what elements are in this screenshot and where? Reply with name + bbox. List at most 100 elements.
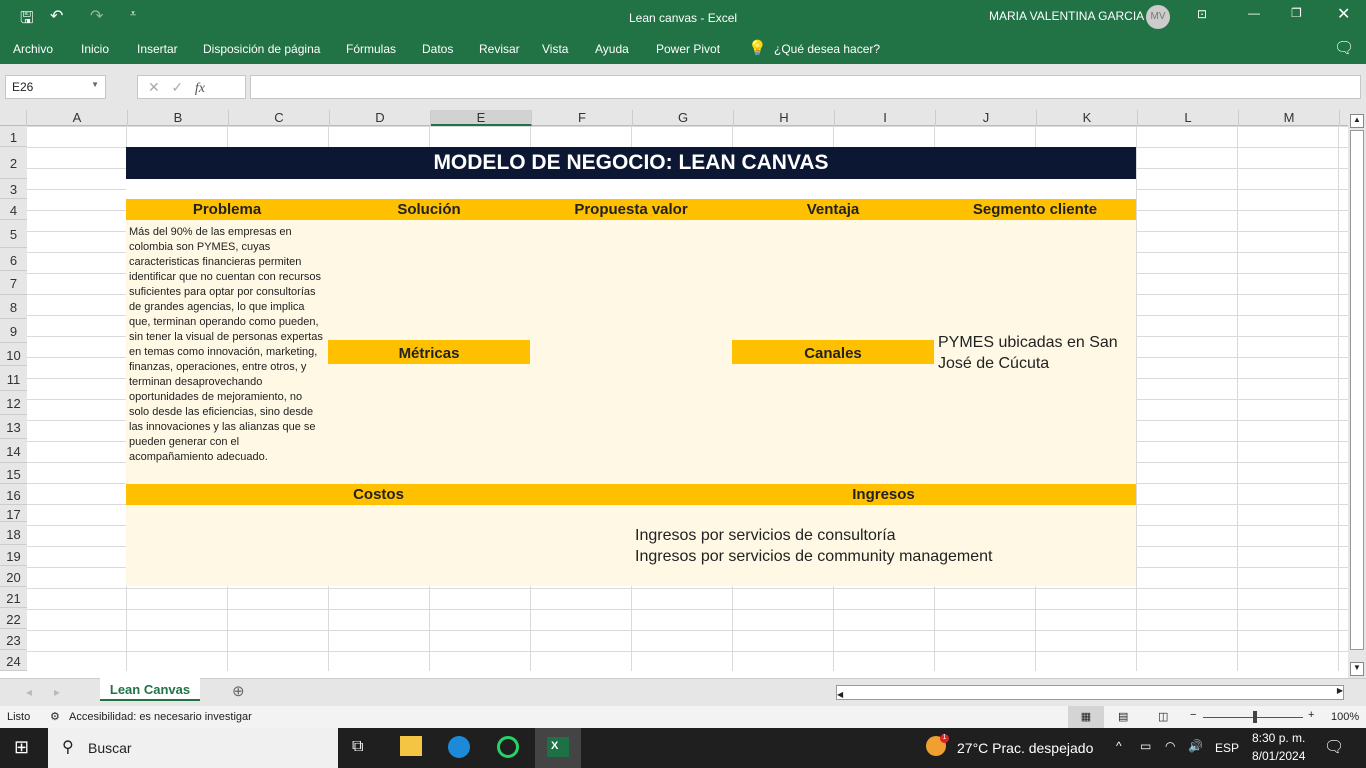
column-header-e[interactable]: E	[431, 110, 532, 126]
tab-ayuda[interactable]: Ayuda	[595, 42, 629, 56]
column-header-a[interactable]: A	[27, 110, 128, 126]
column-header-l[interactable]: L	[1138, 110, 1239, 126]
select-all[interactable]	[0, 110, 27, 126]
vertical-scrollbar[interactable]: ▲ ▼	[1348, 110, 1366, 678]
battery-icon[interactable]: ▭	[1140, 739, 1151, 753]
zoom-out-button[interactable]: −	[1190, 709, 1196, 721]
row-header-20[interactable]: 20	[0, 566, 27, 587]
close-icon[interactable]: ✕	[1337, 4, 1350, 24]
row-header-15[interactable]: 15	[0, 463, 27, 484]
accessibility-status[interactable]: Accesibilidad: es necesario investigar	[69, 711, 252, 723]
title-bar: 🖫 ↶ ↷ ⩡ Lean canvas - Excel MARIA VALENT…	[0, 0, 1366, 34]
weather-text[interactable]: 27°C Prac. despejado	[957, 740, 1093, 756]
row-header-19[interactable]: 19	[0, 545, 27, 566]
column-header-m[interactable]: M	[1239, 110, 1340, 126]
undo-icon[interactable]: ↶	[50, 6, 63, 26]
windows-start-icon[interactable]: ⊞	[14, 737, 29, 758]
add-sheet-icon[interactable]: ⊕	[232, 682, 245, 700]
row-header-3[interactable]: 3	[0, 179, 27, 199]
taskbar: ⊞ ⚲ Buscar ⧉ X 1 27°C Prac. despejado ^ …	[0, 728, 1366, 768]
tab-disposicion[interactable]: Disposición de página	[203, 42, 320, 56]
row-header-10[interactable]: 10	[0, 343, 27, 366]
tray-chevron-icon[interactable]: ^	[1116, 739, 1122, 753]
horizontal-scrollbar[interactable]: ◀ ▶	[836, 685, 1344, 700]
column-header-g[interactable]: G	[633, 110, 734, 126]
customize-toolbar-icon[interactable]: ⩡	[130, 8, 136, 21]
column-header-k[interactable]: K	[1037, 110, 1138, 126]
row-header-7[interactable]: 7	[0, 271, 27, 295]
volume-icon[interactable]: 🔊	[1188, 739, 1203, 753]
normal-view-icon[interactable]: ▦	[1068, 706, 1104, 728]
fx-icon[interactable]: fx	[195, 81, 205, 96]
row-header-23[interactable]: 23	[0, 629, 27, 650]
tab-revisar[interactable]: Revisar	[479, 42, 520, 56]
excel-taskbar-icon[interactable]: X	[535, 728, 581, 768]
zoom-slider-thumb[interactable]	[1253, 711, 1257, 723]
tab-vista[interactable]: Vista	[542, 42, 568, 56]
problema-text: Más del 90% de las empresas en colombia …	[129, 226, 323, 463]
zoom-in-button[interactable]: +	[1308, 709, 1314, 721]
column-header-h[interactable]: H	[734, 110, 835, 126]
wifi-icon[interactable]: ◠	[1165, 739, 1175, 753]
row-header-6[interactable]: 6	[0, 248, 27, 271]
row-header-5[interactable]: 5	[0, 220, 27, 248]
row-header-24[interactable]: 24	[0, 650, 27, 671]
minimize-icon[interactable]: —	[1248, 6, 1260, 20]
save-icon[interactable]: 🖫	[20, 7, 34, 34]
row-header-2[interactable]: 2	[0, 147, 27, 179]
row-header-1[interactable]: 1	[0, 126, 27, 147]
column-header-f[interactable]: F	[532, 110, 633, 126]
redo-icon[interactable]: ↷	[90, 6, 103, 26]
comments-icon[interactable]: 🗨	[1334, 38, 1354, 58]
row-header-11[interactable]: 11	[0, 366, 27, 391]
task-view-icon[interactable]: ⧉	[352, 738, 363, 756]
sheet-tab-lean-canvas[interactable]: Lean Canvas	[100, 678, 200, 701]
tab-archivo[interactable]: Archivo	[13, 42, 53, 56]
row-header-22[interactable]: 22	[0, 608, 27, 629]
clock-date[interactable]: 8/01/2024	[1252, 749, 1305, 763]
notifications-icon[interactable]: 🗨	[1324, 737, 1344, 757]
ribbon-display-icon[interactable]: ⊡	[1197, 7, 1207, 21]
column-header-i[interactable]: I	[835, 110, 936, 126]
tab-inicio[interactable]: Inicio	[81, 42, 109, 56]
column-header-j[interactable]: J	[936, 110, 1037, 126]
page-layout-icon[interactable]: ▤	[1118, 710, 1128, 723]
column-header-d[interactable]: D	[330, 110, 431, 126]
row-header-18[interactable]: 18	[0, 522, 27, 545]
row-header-14[interactable]: 14	[0, 439, 27, 463]
column-header-b[interactable]: B	[128, 110, 229, 126]
tab-power-pivot[interactable]: Power Pivot	[656, 42, 720, 56]
restore-icon[interactable]: ❐	[1291, 6, 1302, 20]
enter-icon[interactable]: ✓	[171, 79, 183, 95]
row-header-17[interactable]: 17	[0, 505, 27, 522]
search-box[interactable]: ⚲ Buscar	[48, 728, 338, 768]
tell-me-input[interactable]: ¿Qué desea hacer?	[774, 42, 880, 56]
tab-insertar[interactable]: Insertar	[137, 42, 178, 56]
clock-time[interactable]: 8:30 p. m.	[1252, 731, 1305, 745]
cancel-icon[interactable]: ✕	[148, 79, 160, 95]
row-header-16[interactable]: 16	[0, 484, 27, 505]
row-header-4[interactable]: 4	[0, 199, 27, 220]
avatar[interactable]: MV	[1146, 5, 1170, 29]
next-sheet-icon[interactable]: ▸	[54, 685, 60, 699]
row-header-12[interactable]: 12	[0, 391, 27, 415]
edge-icon[interactable]	[448, 736, 470, 758]
column-header-c[interactable]: C	[229, 110, 330, 126]
name-box[interactable]: E26 ▼	[5, 75, 106, 99]
row-header-8[interactable]: 8	[0, 295, 27, 319]
header-propuesta: Propuesta valor	[530, 199, 732, 220]
prev-sheet-icon[interactable]: ◂	[26, 685, 32, 699]
tab-formulas[interactable]: Fórmulas	[346, 42, 396, 56]
row-header-9[interactable]: 9	[0, 319, 27, 343]
formula-input[interactable]	[250, 75, 1361, 99]
language-indicator[interactable]: ESP	[1215, 741, 1239, 755]
page-break-icon[interactable]: ◫	[1158, 710, 1168, 723]
row-header-13[interactable]: 13	[0, 415, 27, 439]
lightbulb-icon: 💡	[748, 40, 767, 57]
tab-datos[interactable]: Datos	[422, 42, 453, 56]
row-header-21[interactable]: 21	[0, 587, 27, 608]
whatsapp-icon[interactable]	[497, 736, 519, 758]
header-metricas: Métricas	[328, 340, 530, 364]
file-explorer-icon[interactable]	[400, 736, 422, 756]
zoom-level[interactable]: 100%	[1331, 711, 1359, 723]
